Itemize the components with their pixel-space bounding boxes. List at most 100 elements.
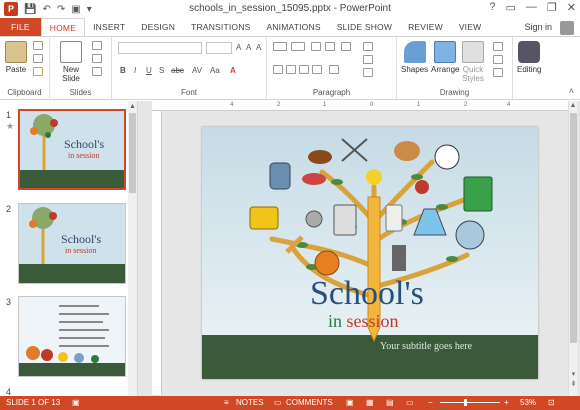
slide-title[interactable]: School's <box>310 275 424 313</box>
tab-transitions[interactable]: TRANSITIONS <box>183 18 258 36</box>
vertical-ruler <box>152 111 162 395</box>
font-size-combo[interactable] <box>206 42 232 54</box>
paste-button[interactable]: Paste <box>5 41 27 74</box>
zoom-slider[interactable] <box>440 402 500 403</box>
zoom-in-icon[interactable]: + <box>504 398 509 407</box>
quick-styles-button[interactable]: Quick Styles <box>459 41 487 83</box>
comments-button[interactable]: COMMENTS <box>286 398 333 407</box>
center-icon[interactable] <box>286 65 296 74</box>
justify-icon[interactable] <box>312 65 322 74</box>
thumb-number: 1 <box>6 110 12 120</box>
smartart-icon[interactable] <box>363 68 373 77</box>
avatar[interactable] <box>560 21 574 35</box>
line-spacing-icon[interactable] <box>341 42 351 51</box>
shape-outline-icon[interactable] <box>493 55 503 64</box>
arrange-button[interactable]: Arrange <box>431 41 459 74</box>
redo-icon[interactable]: ↷ <box>57 4 65 15</box>
font-name-combo[interactable] <box>118 42 202 54</box>
zoom-slider-thumb[interactable] <box>464 399 467 406</box>
slide-canvas[interactable]: School's in session Your subtitle goes h… <box>202 127 538 379</box>
zoom-out-icon[interactable]: − <box>428 398 433 407</box>
thumb-subtitle: in session <box>65 246 97 255</box>
tab-home[interactable]: HOME <box>40 18 86 36</box>
tab-design[interactable]: DESIGN <box>133 18 183 36</box>
reset-icon[interactable] <box>92 54 102 63</box>
copy-icon[interactable] <box>33 54 43 63</box>
slide-thumbnail-3[interactable] <box>18 296 126 377</box>
change-case-icon[interactable]: Aa <box>210 66 220 75</box>
minimize-button[interactable]: — <box>526 1 537 14</box>
slide-thumbnail-2[interactable]: School's in session <box>18 203 126 284</box>
restore-button[interactable]: ❐ <box>547 1 557 14</box>
shape-effects-icon[interactable] <box>493 68 503 77</box>
thumb-title: School's <box>61 232 102 246</box>
italic-icon[interactable]: I <box>134 66 136 75</box>
text-shadow-icon[interactable]: S <box>159 66 164 75</box>
bold-icon[interactable]: B <box>120 66 126 75</box>
new-slide-button[interactable]: New Slide <box>58 41 84 83</box>
columns-icon[interactable] <box>329 65 339 74</box>
spellcheck-icon[interactable]: ▣ <box>72 398 80 407</box>
fit-to-window-icon[interactable]: ⊡ <box>548 398 555 407</box>
sign-in-link[interactable]: Sign in <box>524 22 552 32</box>
slide-thumbnail-1[interactable]: School's in session <box>18 109 126 190</box>
tab-file[interactable]: FILE <box>0 18 41 36</box>
title-word-session: session <box>346 311 399 331</box>
zoom-level[interactable]: 53% <box>520 398 536 407</box>
shapes-icon <box>403 41 426 63</box>
tab-review[interactable]: REVIEW <box>400 18 451 36</box>
text-direction-icon[interactable] <box>363 42 373 51</box>
ribbon-tabs: FILE HOME INSERT DESIGN TRANSITIONS ANIM… <box>0 18 580 36</box>
slide-sorter-icon[interactable]: ▦ <box>366 398 374 407</box>
tab-insert[interactable]: INSERT <box>85 18 133 36</box>
thumbnail-scrollbar[interactable]: ▲ <box>128 101 137 396</box>
slideshow-icon[interactable]: ▭ <box>406 398 414 407</box>
tab-view[interactable]: VIEW <box>451 18 490 36</box>
slide-subtitle[interactable]: Your subtitle goes here <box>380 341 472 352</box>
editor-scrollbar[interactable]: ▲ ▾ ⇞ <box>568 101 577 396</box>
undo-icon[interactable]: ↶ <box>42 4 50 15</box>
format-painter-icon[interactable] <box>33 67 43 76</box>
shrink-font-icon[interactable]: A <box>246 43 251 52</box>
decrease-indent-icon[interactable] <box>311 42 321 51</box>
status-bar: SLIDE 1 OF 13 ▣ ≡ NOTES ▭ COMMENTS ▣ ▦ ▤… <box>0 396 580 410</box>
grow-font-icon[interactable]: A <box>236 43 241 52</box>
comments-icon[interactable]: ▭ <box>274 398 282 407</box>
notes-icon[interactable]: ≡ <box>224 398 229 407</box>
help-icon[interactable]: ? <box>489 1 495 14</box>
qat-customize-icon[interactable]: ▾ <box>87 4 92 15</box>
font-color-icon[interactable]: A <box>230 66 236 75</box>
start-from-beginning-icon[interactable]: ▣ <box>71 4 80 15</box>
numbering-icon[interactable] <box>291 42 305 51</box>
tab-slide-show[interactable]: SLIDE SHOW <box>329 18 400 36</box>
paste-icon <box>5 41 27 63</box>
save-icon[interactable]: 💾 <box>24 4 36 15</box>
tab-animations[interactable]: ANIMATIONS <box>258 18 328 36</box>
align-left-icon[interactable] <box>273 65 283 74</box>
normal-view-icon[interactable]: ▣ <box>346 398 354 407</box>
slide-title-line2[interactable]: in session <box>328 311 399 332</box>
align-right-icon[interactable] <box>299 65 309 74</box>
title-bar: P 💾 ↶ ↷ ▣ ▾ schools_in_session_15095.ppt… <box>0 0 580 18</box>
ribbon-display-icon[interactable]: ▭ <box>506 1 516 14</box>
close-button[interactable]: ✕ <box>567 1 576 14</box>
strikethrough-icon[interactable]: abc <box>171 66 184 75</box>
increase-indent-icon[interactable] <box>325 42 335 51</box>
editing-button[interactable]: Editing <box>517 41 541 74</box>
section-icon[interactable] <box>92 67 102 76</box>
shapes-button[interactable]: Shapes <box>401 41 428 74</box>
clear-formatting-icon[interactable]: A <box>256 43 261 52</box>
slides-group: New Slide Slides <box>50 37 112 99</box>
underline-icon[interactable]: U <box>146 66 152 75</box>
bullets-icon[interactable] <box>273 42 287 51</box>
character-spacing-icon[interactable]: AV <box>192 66 202 75</box>
collapse-ribbon-icon[interactable]: ˄ <box>569 86 574 96</box>
notes-button[interactable]: NOTES <box>236 398 264 407</box>
align-text-icon[interactable] <box>363 55 373 64</box>
layout-icon[interactable] <box>92 41 102 50</box>
title-word-in: in <box>328 311 343 331</box>
cut-icon[interactable] <box>33 41 43 50</box>
thumb-number: 3 <box>6 297 12 307</box>
reading-view-icon[interactable]: ▤ <box>386 398 394 407</box>
shape-fill-icon[interactable] <box>493 42 503 51</box>
